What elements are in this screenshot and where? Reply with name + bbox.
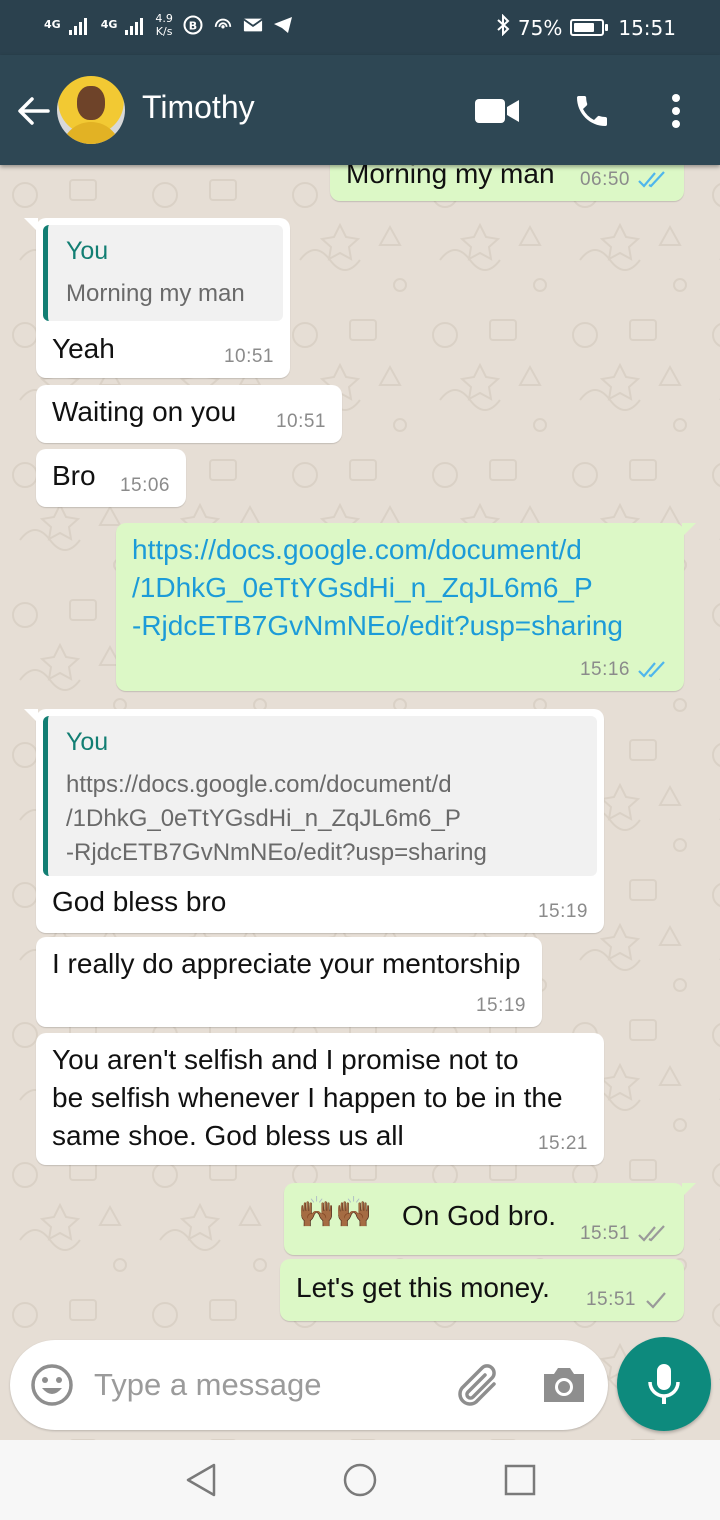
signal-icon-1 [68,15,87,35]
system-nav-bar [0,1440,720,1520]
mail-icon [243,15,263,35]
message-time: 10:51 [275,411,326,432]
status-right: 75% 15:51 [496,13,676,41]
message-text: Waiting on you [52,396,237,427]
link-line-1: https://docs.google.com/document/d [132,534,582,565]
network-speed-unit: K/s [155,25,173,38]
status-left: 4G 4G 4.9 K/s B [44,12,293,38]
message-line-1: You aren't selfish and I promise not to [52,1044,519,1075]
message-text: You aren't selfish and I promise not to … [52,1041,563,1155]
battery-percent: 75% [517,15,563,40]
message-input[interactable] [94,1362,434,1408]
quote-text: Morning my man [66,280,245,307]
message-text: Morning my man [346,165,555,189]
message-incoming[interactable]: You aren't selfish and I promise not to … [36,1033,604,1165]
message-incoming[interactable]: I really do appreciate your mentorship 1… [36,937,542,1027]
avatar[interactable] [57,76,125,144]
read-receipt-icon [638,171,665,188]
message-text: Bro [52,460,96,491]
message-incoming[interactable]: Bro 15:06 [36,449,186,507]
svg-text:B: B [189,20,197,33]
mic-button[interactable] [617,1337,711,1431]
quoted-message[interactable]: You Morning my man [43,225,283,321]
signal-icon-2 [125,15,144,35]
message-time: 15:19 [537,901,588,922]
battery-icon [570,19,609,36]
message-meta: 15:16 [580,659,668,681]
quote-author: You [66,728,109,756]
message-line-3: same shoe. God bless us all [52,1120,404,1151]
message-meta: 15:51 [580,1223,668,1245]
quote-text-line-1: https://docs.google.com/document/d [66,771,452,798]
chat-area[interactable]: Morning my man 06:50 You Morning my man … [0,165,720,1440]
message-incoming-reply[interactable]: You Morning my man Yeah 10:51 [24,218,290,378]
message-outgoing[interactable]: 🙌🏾🙌🏾 On God bro. 15:51 [284,1183,696,1255]
delivered-icon [638,1225,665,1242]
phone-icon[interactable] [570,89,614,133]
hotspot-icon [213,15,233,35]
message-text: Let's get this money. [296,1272,550,1303]
network-speed: 4.9 K/s [155,12,173,38]
microphone-icon [648,1364,680,1404]
quote-text-line-2: /1DhkG_0eTtYGsdHi_n_ZqJL6m6_P [66,805,461,832]
network-type-1: 4G [44,18,61,31]
link-text[interactable]: https://docs.google.com/document/d /1Dhk… [132,531,623,645]
bluetooth-icon [496,13,510,41]
message-time: 10:51 [223,346,274,367]
message-composer [10,1340,608,1430]
contact-name[interactable]: Timothy [142,89,255,126]
message-incoming[interactable]: Waiting on you 10:51 [36,385,342,443]
message-line-2: be selfish whenever I happen to be in th… [52,1082,563,1113]
message-time: 15:21 [537,1133,588,1154]
nav-home-icon[interactable] [343,1463,377,1501]
chat-header: Timothy [0,55,720,165]
nav-recents-icon[interactable] [504,1464,536,1500]
message-time: 15:51 [585,1289,636,1310]
message-incoming-reply[interactable]: You https://docs.google.com/document/d /… [24,709,604,933]
message-outgoing-link[interactable]: https://docs.google.com/document/d /1Dhk… [116,523,696,691]
message-time: 15:51 [579,1223,630,1244]
message-time: 15:19 [475,995,526,1016]
message-meta: 06:50 [580,169,668,191]
more-vert-icon[interactable] [664,89,688,133]
message-text: On God bro. [402,1200,557,1231]
attach-icon[interactable] [454,1362,504,1414]
telegram-icon [273,15,293,35]
message-outgoing[interactable]: Let's get this money. 15:51 [280,1259,684,1321]
message-time: 15:06 [119,475,170,496]
read-receipt-icon [638,661,665,678]
message-text: God bless bro [52,886,227,917]
quote-author: You [66,237,109,265]
camera-icon[interactable] [540,1364,588,1410]
network-type-2: 4G [100,18,118,31]
status-bar: 4G 4G 4.9 K/s B 75% 15:51 [0,0,720,55]
quoted-message[interactable]: You https://docs.google.com/document/d /… [43,716,597,876]
message-text: Yeah [52,333,115,364]
video-call-icon[interactable] [474,89,520,133]
nav-back-icon[interactable] [184,1462,218,1502]
message-outgoing[interactable]: Morning my man 06:50 [330,165,684,201]
emoji-icon[interactable] [30,1363,74,1411]
b-badge-icon: B [183,15,203,35]
quote-text-line-3: -RjdcETB7GvNmNEo/edit?usp=sharing [66,839,487,866]
network-speed-value: 4.9 [155,12,173,25]
message-text: I really do appreciate your mentorship [52,948,521,979]
raised-hands-emoji: 🙌🏾🙌🏾 [298,1196,373,1229]
clock: 15:51 [618,15,676,40]
back-arrow-icon[interactable] [14,91,54,131]
sent-icon [646,1292,666,1309]
message-time: 15:16 [579,659,630,680]
link-line-2: /1DhkG_0eTtYGsdHi_n_ZqJL6m6_P [132,572,593,603]
link-line-3: -RjdcETB7GvNmNEo/edit?usp=sharing [132,610,623,641]
message-meta: 15:51 [586,1289,668,1311]
message-time: 06:50 [579,169,630,190]
